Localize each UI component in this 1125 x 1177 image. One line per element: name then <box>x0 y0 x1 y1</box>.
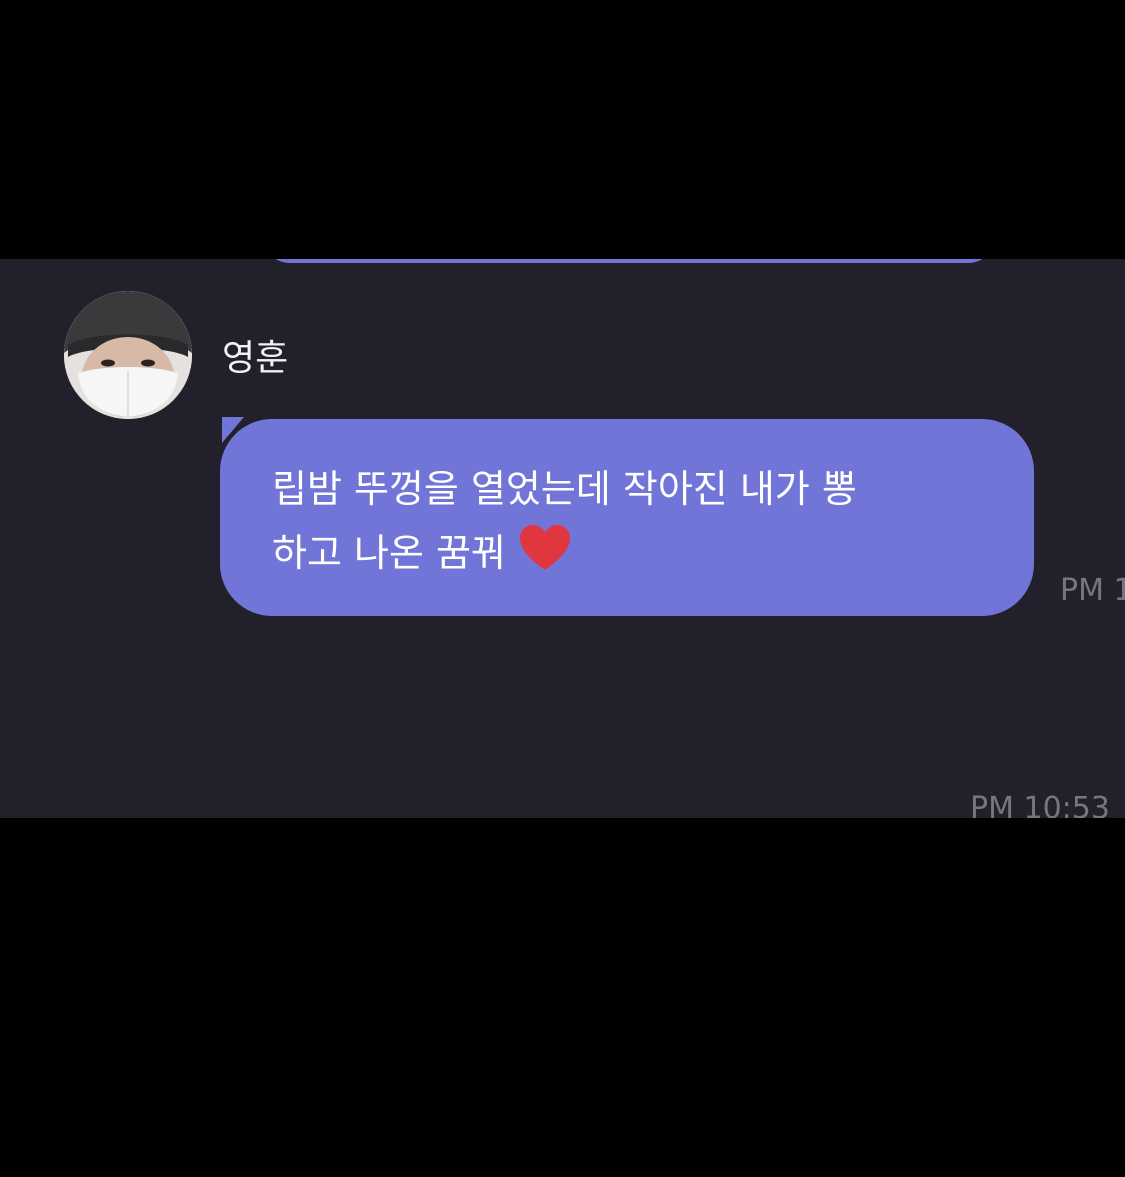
message-bubble[interactable]: 립밤 뚜껑을 열었는데 작아진 내가 뽕 하고 나온 꿈꿔 <box>220 419 1034 616</box>
message-timestamp: PM 1 <box>1060 573 1125 608</box>
previous-message-bubble[interactable] <box>262 259 996 263</box>
message-text-line-1: 립밤 뚜껑을 열었는데 작아진 내가 뽕 <box>272 467 857 511</box>
message-text-line-2: 하고 나온 꿈꿔 <box>272 521 994 591</box>
chat-panel: 영훈 립밤 뚜껑을 열었는데 작아진 내가 뽕 하고 나온 꿈꿔 PM 1 PM… <box>0 259 1125 818</box>
heart-icon <box>518 524 572 591</box>
message-text-line-2-text: 하고 나온 꿈꿔 <box>272 531 506 575</box>
avatar-image <box>64 291 192 419</box>
sender-name: 영훈 <box>222 338 289 379</box>
next-message-timestamp: PM 10:53 <box>970 791 1110 818</box>
avatar[interactable] <box>64 291 192 419</box>
